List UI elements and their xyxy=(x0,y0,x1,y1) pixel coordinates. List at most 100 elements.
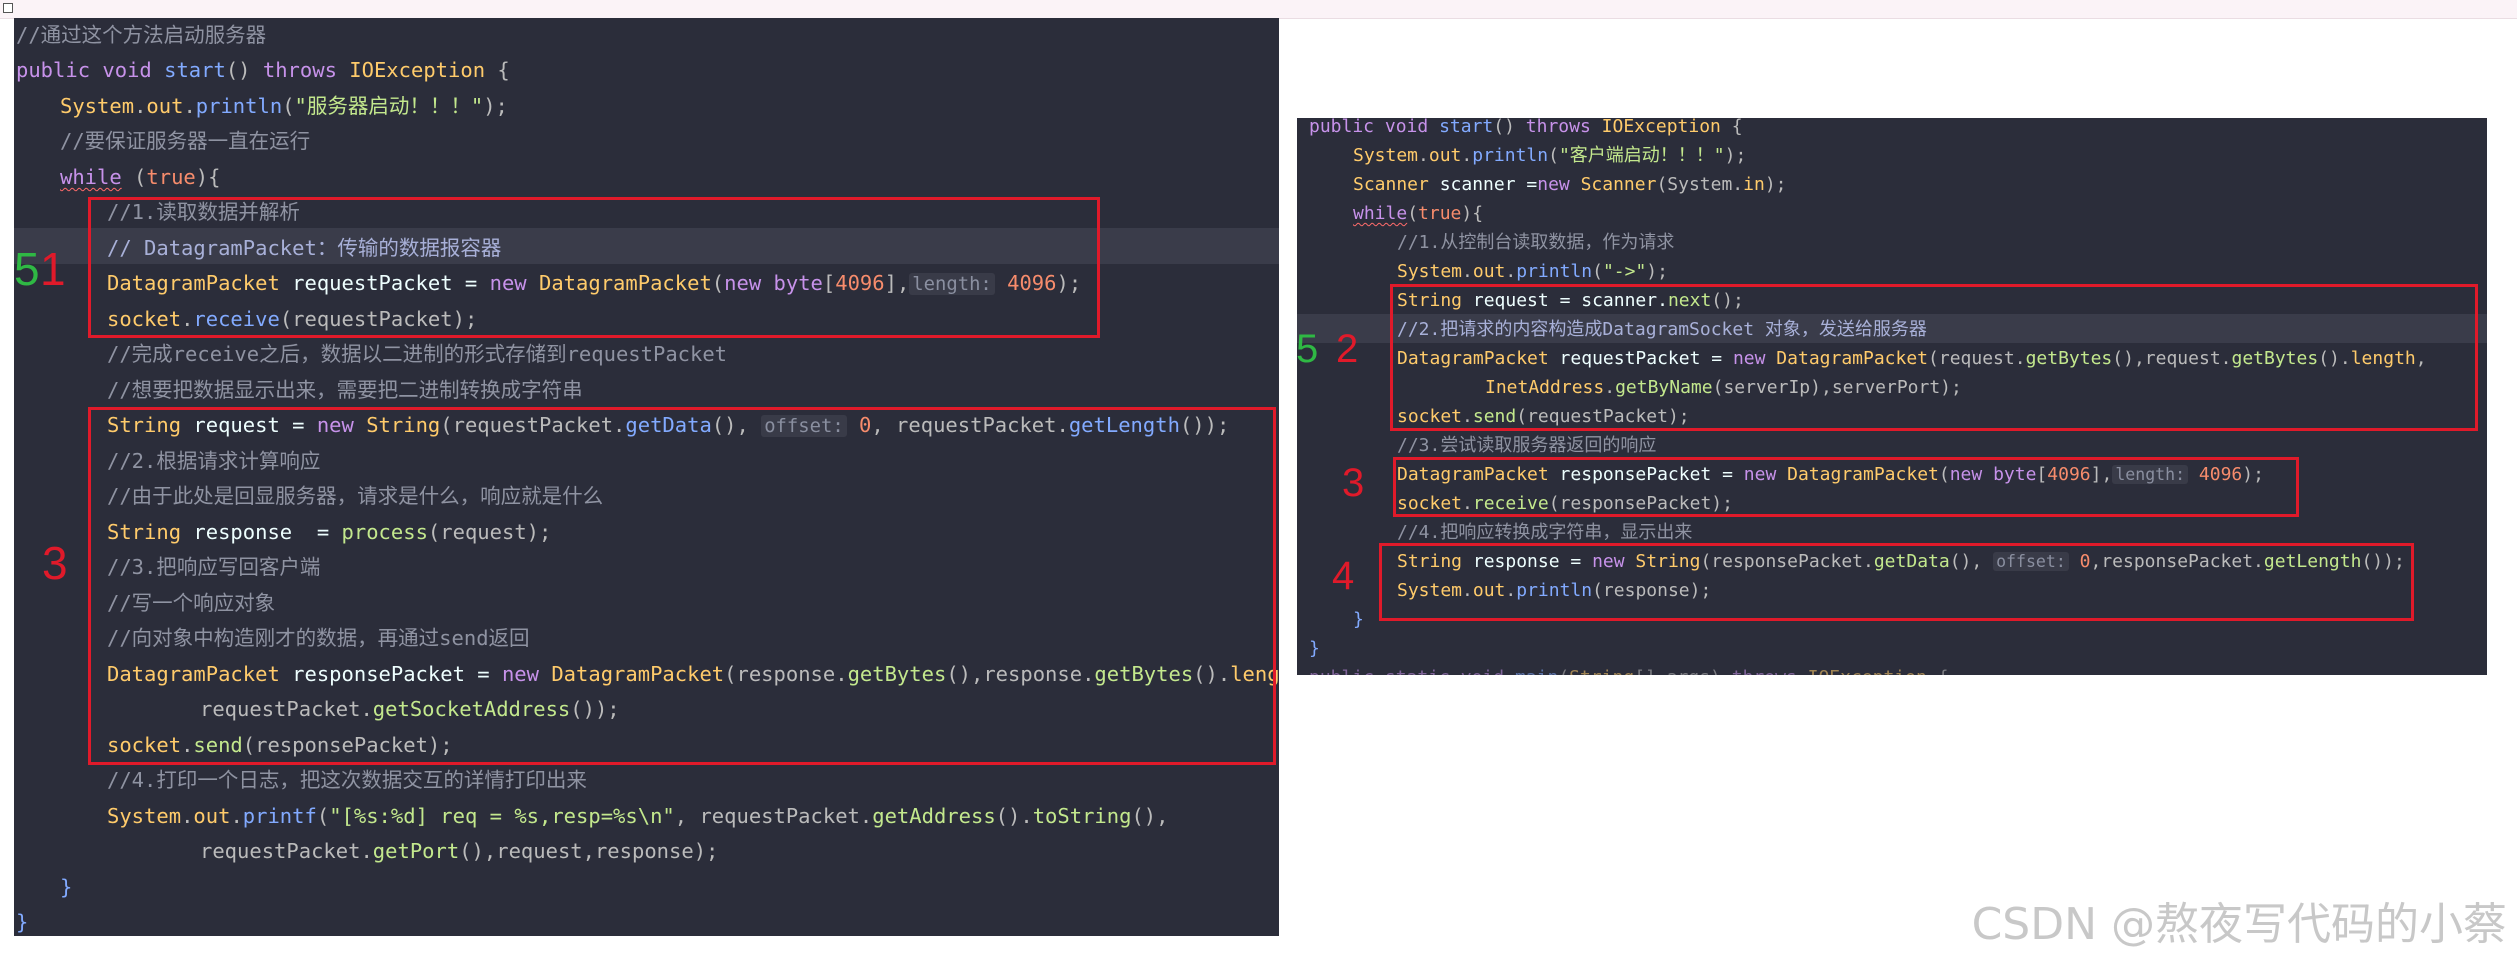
punct: . xyxy=(230,804,243,828)
comment: //4.把响应转换成字符串，显示出来 xyxy=(1397,522,1693,543)
code-line: } xyxy=(16,905,28,936)
string-literal: "客户端启动！！！" xyxy=(1558,145,1725,166)
keyword: void xyxy=(102,58,152,82)
code-line: //想要把数据显示出来，需要把二进制转换成字符串 xyxy=(107,373,583,409)
type: Scanner xyxy=(1569,174,1657,195)
code-line: //完成receive之后，数据以二进制的形式存储到requestPacket xyxy=(107,337,727,373)
code-text: requestPacket. xyxy=(200,839,373,863)
comment: //完成receive之后，数据以二进制的形式存储到requestPacket xyxy=(107,342,728,366)
highlight-box-step-3 xyxy=(1393,457,2299,517)
field: out xyxy=(1472,261,1506,282)
punct: ( xyxy=(1407,203,1419,224)
keyword: throws xyxy=(262,58,337,82)
boolean-literal: true xyxy=(146,165,196,189)
code-line: //通过这个方法启动服务器 xyxy=(16,18,266,54)
field: out xyxy=(193,804,231,828)
comment: //要保证服务器一直在运行 xyxy=(60,129,311,153)
punct: (), xyxy=(1131,804,1169,828)
punct: } xyxy=(16,910,29,934)
method-call: println xyxy=(1472,145,1549,166)
punct: . xyxy=(1418,145,1429,166)
punct: . xyxy=(134,94,147,118)
punct: (). xyxy=(995,804,1033,828)
code-line: } xyxy=(60,870,72,906)
comment: //通过这个方法启动服务器 xyxy=(16,23,267,47)
comment: //3.尝试读取服务器返回的响应 xyxy=(1397,435,1657,456)
step-marker-red: 4 xyxy=(1332,554,1355,598)
punct: } xyxy=(1309,638,1320,659)
keyword: throws xyxy=(1525,118,1591,137)
code-text: [] args) xyxy=(1634,667,1732,675)
code-line: //1.从控制台读取数据，作为请求 xyxy=(1397,228,1674,257)
code-line: System.out.printf("[%s:%d] req = %s,resp… xyxy=(107,799,1168,835)
method-call: println xyxy=(1516,261,1593,282)
code-line: public void start() throws IOException { xyxy=(16,53,510,89)
punct: ( xyxy=(121,165,147,189)
field: out xyxy=(146,94,184,118)
code-line: System.out.println("服务器启动！！！"); xyxy=(60,89,508,125)
code-line: } xyxy=(1309,634,1320,663)
punct: ); xyxy=(483,94,508,118)
type: Scanner xyxy=(1353,174,1429,195)
keyword: while xyxy=(60,165,122,189)
window-corner-icon xyxy=(3,3,13,13)
code-line: Scanner scanner =new Scanner(System.in); xyxy=(1353,170,1787,199)
field: out xyxy=(1428,145,1462,166)
code-line: //要保证服务器一直在运行 xyxy=(60,124,310,160)
method-call: printf xyxy=(242,804,317,828)
method-name: start xyxy=(1439,118,1494,137)
method-call: getPort xyxy=(372,839,460,863)
punct: } xyxy=(60,875,73,899)
keyword: public xyxy=(16,58,91,82)
field: in xyxy=(1743,174,1765,195)
string-literal: "->" xyxy=(1602,261,1647,282)
keyword: while xyxy=(1353,203,1408,224)
keyword: public xyxy=(1309,667,1374,675)
punct: . xyxy=(181,804,194,828)
comment: //4.打印一个日志，把这次数据交互的详情打印出来 xyxy=(107,768,587,792)
punct: . xyxy=(1505,261,1517,282)
punct: ); xyxy=(1646,261,1668,282)
highlight-box-step-4 xyxy=(1379,543,2414,621)
code-line: while (true){ xyxy=(60,160,220,196)
punct: { xyxy=(497,58,510,82)
class-name: System xyxy=(107,804,182,828)
keyword: public xyxy=(1309,118,1375,137)
punct: ); xyxy=(1724,145,1747,166)
code-line: while(true){ xyxy=(1353,199,1483,228)
code-line: public static void main(String[] args) t… xyxy=(1309,663,1949,675)
watermark: CSDN @熬夜写代码的小蔡 xyxy=(1971,899,2507,950)
punct: } xyxy=(1353,609,1364,630)
keyword: void xyxy=(1461,667,1504,675)
code-text: scanner = xyxy=(1428,174,1538,195)
window-top-bar xyxy=(0,0,2517,19)
string-literal: "[%s:%d] req = %s,resp=%s\n" xyxy=(329,804,675,828)
punct: ( xyxy=(316,804,330,828)
class-name: System xyxy=(1397,261,1463,282)
keyword: void xyxy=(1384,118,1429,137)
code-line: System.out.println("->"); xyxy=(1397,257,1668,286)
punct: . xyxy=(1462,261,1473,282)
type: IOException xyxy=(1601,118,1721,137)
punct: . xyxy=(183,94,196,118)
comment: //想要把数据显示出来，需要把二进制转换成字符串 xyxy=(107,378,583,402)
keyword: static xyxy=(1385,667,1450,675)
method-call: toString xyxy=(1032,804,1132,828)
highlight-box-step-1 xyxy=(88,197,1100,338)
punct: ( xyxy=(282,94,295,118)
class-name: System xyxy=(1353,145,1419,166)
code-text: , requestPacket. xyxy=(674,804,873,828)
punct: ){ xyxy=(1461,203,1484,224)
step-marker-red: 2 xyxy=(1336,327,1359,371)
punct: ( xyxy=(1592,261,1603,282)
punct: ){ xyxy=(195,165,221,189)
boolean-literal: true xyxy=(1418,203,1462,224)
keyword: throws xyxy=(1732,667,1797,675)
punct: ( xyxy=(1548,145,1559,166)
code-line: //3.尝试读取服务器返回的响应 xyxy=(1397,431,1656,460)
highlight-box-step-2 xyxy=(1390,284,2478,431)
class-name: System xyxy=(60,94,135,118)
step-marker-green: 5 xyxy=(1296,327,1319,371)
code-line: } xyxy=(1353,605,1364,634)
method-call: println xyxy=(195,94,283,118)
